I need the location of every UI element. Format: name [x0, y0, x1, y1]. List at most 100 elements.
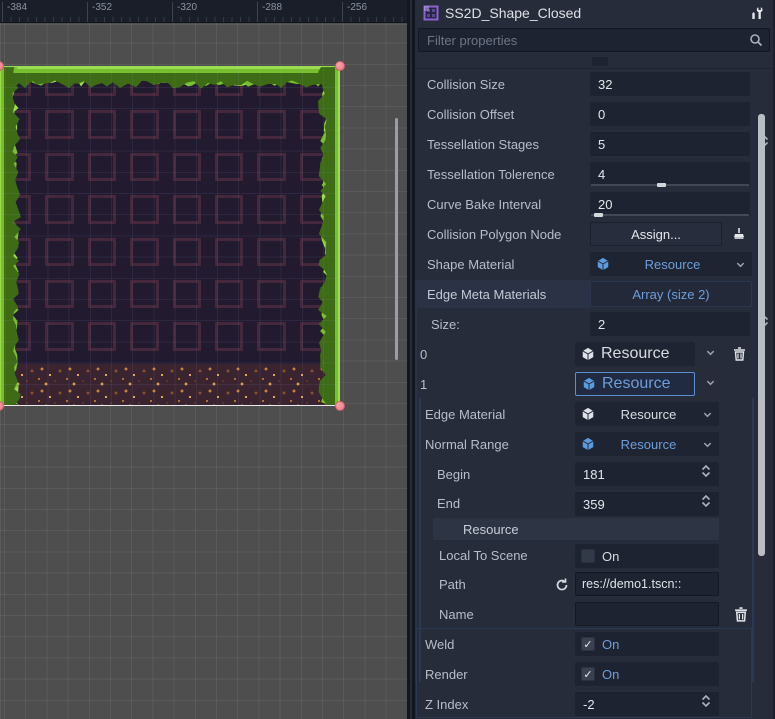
property-row-shape-material: Shape Material Resource	[415, 249, 773, 279]
property-label: Collision Polygon Node	[427, 219, 561, 249]
property-label: Curve Bake Interval	[427, 189, 541, 219]
shape-node[interactable]	[0, 66, 340, 406]
ruler-label: -384	[2, 2, 27, 22]
toggle-label: On	[602, 667, 619, 682]
chevron-down-icon[interactable]	[702, 409, 713, 420]
curve-bake-interval-slider[interactable]: 20	[590, 192, 750, 216]
resource-cube-icon	[581, 347, 595, 361]
edge-material-resource-button[interactable]: Resource	[575, 402, 719, 426]
property-label: Edge Meta Materials	[415, 280, 590, 308]
shape-fill-texture	[0, 67, 339, 405]
property-label: End	[437, 489, 460, 517]
property-row-collision-offset: Collision Offset 0	[415, 99, 773, 129]
path-input[interactable]	[575, 572, 719, 596]
property-row-edge-meta-materials: Edge Meta Materials Array (size 2)	[415, 279, 773, 309]
property-label: Name	[439, 599, 474, 629]
checkbox-checked-icon[interactable]	[581, 667, 595, 681]
chevron-down-icon[interactable]	[735, 259, 746, 270]
resource-label: Resource	[601, 407, 696, 422]
normal-range-resource-button[interactable]: Resource	[575, 432, 719, 456]
shape-point-handle[interactable]	[335, 61, 345, 71]
property-row-render: Render On	[415, 659, 773, 689]
section-label: Resource	[433, 518, 719, 540]
array-size-field[interactable]: 2	[590, 312, 750, 336]
array-size-button[interactable]: Array (size 2)	[590, 281, 752, 307]
property-row-path: Path	[415, 569, 773, 599]
z-index-field[interactable]: -2	[575, 692, 719, 716]
revert-icon	[555, 577, 569, 591]
resource-cube-icon	[582, 377, 596, 391]
property-row-array-size: Size: 2	[415, 309, 773, 339]
chevron-down-icon[interactable]	[705, 377, 716, 388]
name-input[interactable]	[575, 602, 719, 626]
inspector-header: SS2D_Shape_Closed	[415, 0, 773, 26]
ruler-label: -352	[87, 2, 112, 22]
delete-edge-meta-material-button[interactable]	[728, 602, 754, 626]
inspector-vscrollbar[interactable]	[758, 114, 765, 556]
resource-label: Resource	[601, 437, 696, 452]
render-toggle[interactable]: On	[575, 662, 719, 686]
delete-item-button[interactable]	[726, 342, 752, 366]
revert-button[interactable]	[551, 572, 573, 596]
shape-point-handle[interactable]	[335, 401, 345, 411]
property-row-edge-material: Edge Material Resource	[415, 399, 773, 429]
resource-section-header: Resource	[415, 517, 773, 541]
slider-grabber[interactable]	[657, 183, 666, 187]
resource-label: Resource	[601, 345, 669, 363]
panel-splitter[interactable]	[407, 0, 415, 719]
filter-row	[415, 26, 773, 54]
clear-node-button[interactable]	[726, 222, 752, 246]
ruler-label: -320	[172, 2, 197, 22]
slider-grabber[interactable]	[594, 213, 603, 217]
ruler-label: -256	[342, 2, 367, 22]
property-label: Path	[439, 569, 466, 599]
spinner-icon[interactable]	[701, 464, 711, 478]
tessellation-tolerence-slider[interactable]: 4	[590, 162, 750, 186]
chevron-down-icon[interactable]	[702, 439, 713, 450]
array-item-1-resource-button[interactable]: Resource	[575, 372, 695, 396]
filter-properties-input[interactable]	[418, 28, 770, 52]
property-row-array-item-1: 1 Resource	[415, 369, 773, 399]
property-label: Tessellation Stages	[427, 129, 539, 159]
resource-label: Resource	[616, 257, 729, 272]
checkbox-checked-icon[interactable]	[581, 637, 595, 651]
horizontal-ruler: -384 -352 -320 -288 -256	[0, 0, 407, 23]
spinner-icon[interactable]	[701, 694, 711, 708]
begin-field[interactable]: 181	[575, 462, 719, 486]
spinner-icon[interactable]	[701, 494, 711, 508]
viewport-vscrollbar[interactable]	[395, 118, 398, 360]
inspector-panel: SS2D_Shape_Closed Collision Size 32 Coll…	[415, 0, 775, 719]
chevron-down-icon[interactable]	[705, 347, 716, 358]
property-row-normal-range: Normal Range Resource	[415, 429, 773, 459]
trash-icon	[734, 607, 748, 622]
slider-track[interactable]	[591, 184, 749, 186]
inspector-rows: Collision Size 32 Collision Offset 0 Tes…	[415, 54, 773, 719]
array-item-0-resource-button[interactable]: Resource	[575, 342, 695, 366]
slider-track[interactable]	[591, 214, 749, 216]
ss2d-node-icon	[423, 5, 439, 21]
search-icon	[749, 33, 763, 47]
ruler-label: -288	[257, 2, 282, 22]
property-label: Z Index	[425, 689, 468, 719]
collision-size-field[interactable]: 32	[590, 72, 750, 96]
end-field[interactable]: 359	[575, 492, 719, 516]
weld-toggle[interactable]: On	[575, 632, 719, 656]
collision-offset-field[interactable]: 0	[590, 102, 750, 126]
local-to-scene-toggle[interactable]: On	[575, 544, 719, 568]
tessellation-stages-field[interactable]: 5	[590, 132, 750, 156]
property-row-z-index: Z Index -2	[415, 689, 773, 719]
property-row-end: End 359	[415, 489, 773, 517]
shape-material-resource-button[interactable]: Resource	[590, 252, 752, 276]
property-row-tessellation-stages: Tessellation Stages 5	[415, 129, 773, 159]
property-row-collision-polygon-node: Collision Polygon Node Assign...	[415, 219, 773, 249]
property-label: Edge Material	[425, 399, 505, 429]
property-label: 0	[420, 339, 427, 369]
property-label: Shape Material	[427, 249, 514, 279]
property-row-begin: Begin 181	[415, 459, 773, 489]
toggle-label: On	[602, 549, 619, 564]
assign-node-button[interactable]: Assign...	[590, 222, 722, 246]
checkbox-unchecked-icon[interactable]	[581, 549, 595, 563]
property-label: Render	[425, 659, 468, 689]
2d-viewport[interactable]: -384 -352 -320 -288 -256	[0, 0, 407, 719]
tools-icon[interactable]	[749, 5, 765, 21]
